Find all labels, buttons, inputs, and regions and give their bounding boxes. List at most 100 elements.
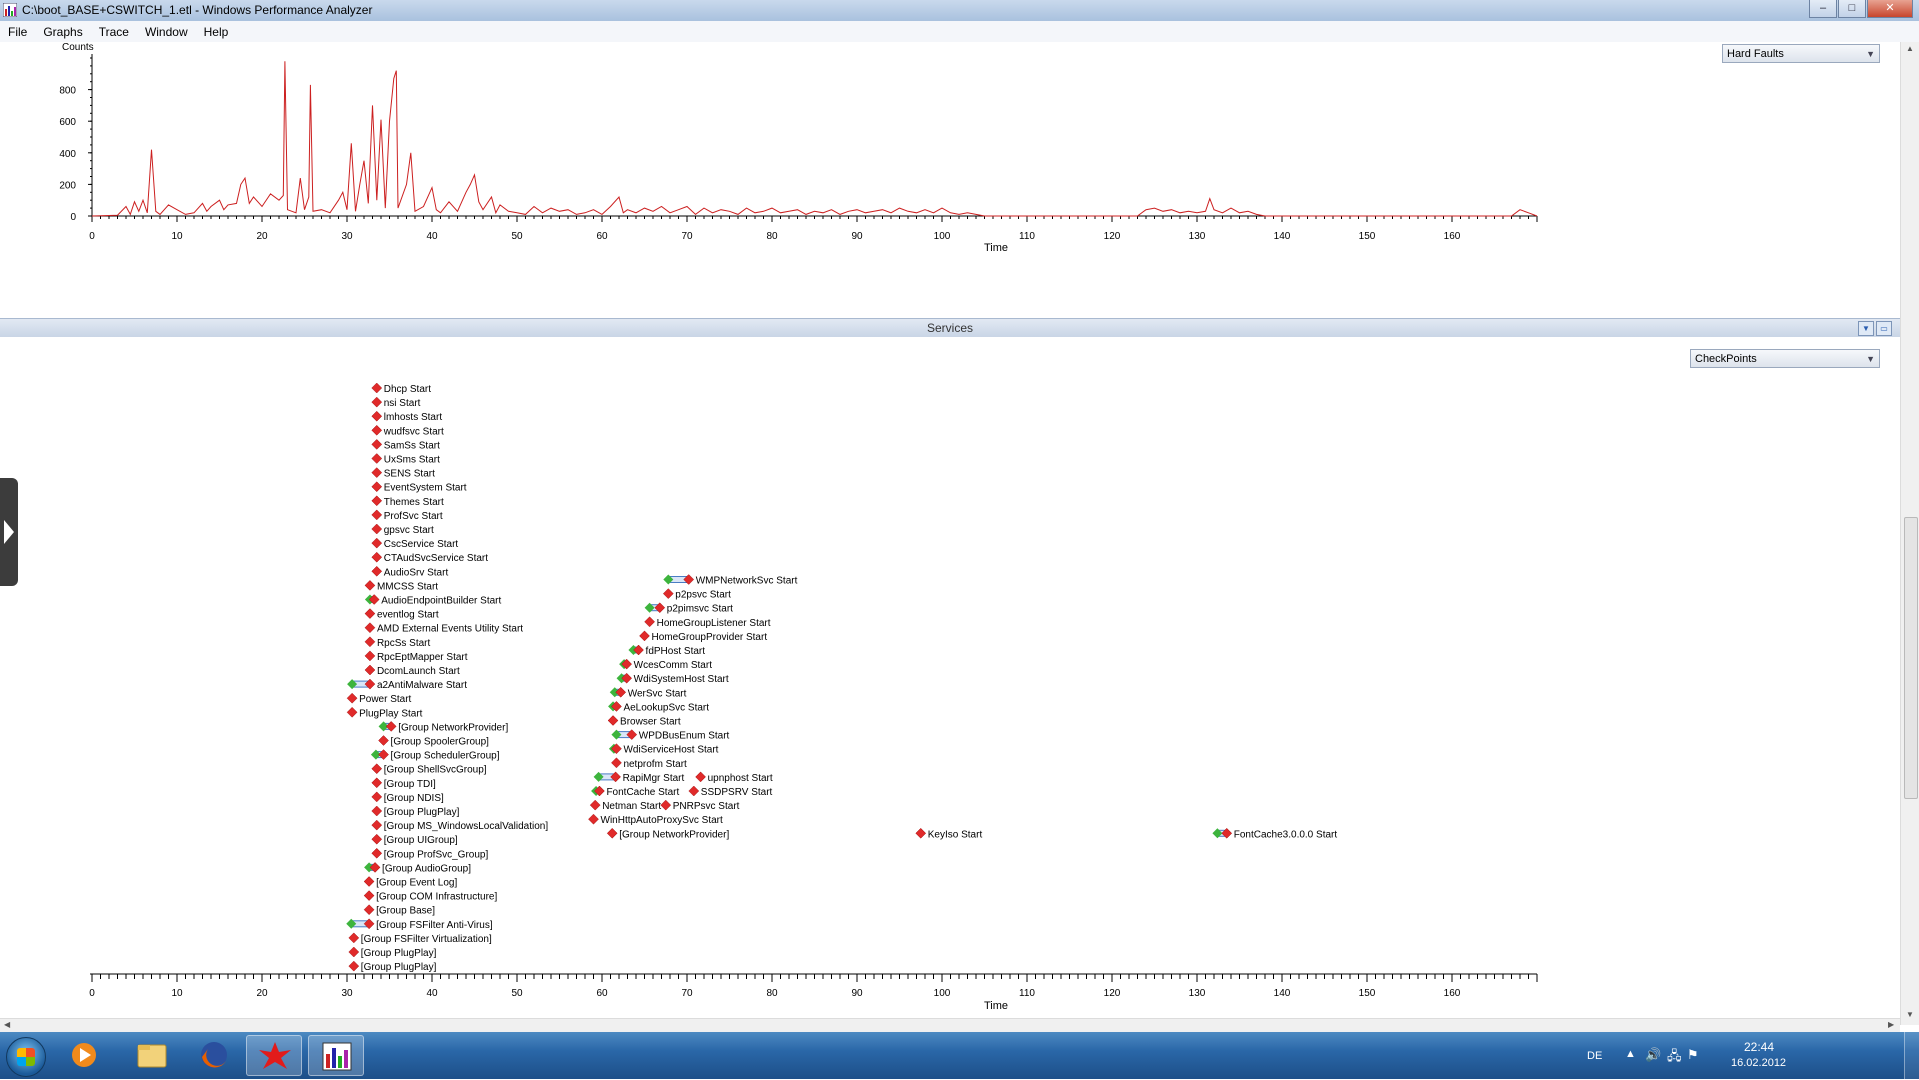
show-desktop-button[interactable] [1904, 1032, 1919, 1079]
event-end-marker [371, 565, 383, 577]
event-label: CscService Start [384, 539, 459, 550]
checkpoint-event: WdiServiceHost Start [608, 743, 719, 756]
checkpoint-event: FontCache Start [591, 785, 679, 798]
explorer-icon[interactable] [124, 1035, 180, 1076]
menu-file[interactable]: File [0, 25, 35, 39]
show-hidden-icons-icon[interactable]: ▲ [1625, 1048, 1636, 1060]
checkpoint-event: AMD External Events Utility Start [364, 622, 523, 635]
checkpoint-event: WPDBusEnum Start [611, 729, 730, 742]
action-center-flag-icon[interactable]: ⚑ [1687, 1047, 1699, 1063]
event-label: WcesComm Start [634, 660, 713, 671]
menu-trace[interactable]: Trace [91, 25, 137, 39]
services-title: Services [926, 321, 973, 335]
event-label: eventlog Start [377, 610, 439, 621]
event-label: gpsvc Start [384, 525, 434, 536]
event-label: [Group ShellSvcGroup] [384, 765, 487, 776]
panel-menu-button[interactable]: ▭ [1876, 321, 1892, 336]
event-end-marker [371, 439, 383, 450]
volume-icon[interactable]: 🔊 [1645, 1047, 1661, 1063]
performance-analyzer-icon[interactable] [308, 1035, 364, 1076]
event-end-marker [662, 588, 674, 599]
network-icon[interactable]: 🖧 [1667, 1047, 1682, 1069]
x-tick-label: 140 [1274, 231, 1291, 242]
collapse-button[interactable]: ▼ [1858, 321, 1874, 336]
x-tick-label: 80 [766, 231, 778, 242]
checkpoint-event: [Group ProfSvc_Group] [371, 847, 488, 860]
checkpoint-event: gpsvc Start [371, 523, 434, 536]
event-end-marker [371, 481, 383, 493]
checkpoint-event: [Group NetworkProvider] [378, 721, 508, 733]
x-tick-label: 130 [1189, 988, 1206, 999]
vertical-scrollbar[interactable]: ▲ ▼ [1900, 42, 1919, 1025]
graph-type-value: Hard Faults [1727, 48, 1784, 60]
event-label: RpcEptMapper Start [377, 652, 468, 663]
event-end-marker [371, 424, 383, 436]
clock-date[interactable]: 16.02.2012 [1731, 1057, 1786, 1069]
menu-graphs[interactable]: Graphs [35, 25, 90, 39]
event-label: WMPNetworkSvc Start [696, 576, 798, 587]
clock-time[interactable]: 22:44 [1744, 1040, 1774, 1054]
media-player-icon[interactable] [56, 1035, 112, 1076]
event-end-marker [371, 763, 383, 775]
event-label: CTAudSvcService Start [384, 553, 489, 564]
checkpoint-event: HomeGroupProvider Start [639, 630, 767, 643]
event-label: RpcSs Start [377, 638, 431, 649]
event-label: SENS Start [384, 469, 435, 480]
checkpoint-event: WcesComm Start [619, 658, 713, 671]
event-end-marker [348, 932, 360, 944]
x-tick-label: 30 [341, 231, 353, 242]
maximize-button[interactable]: □ [1838, 0, 1866, 18]
scroll-up-icon[interactable]: ▲ [1906, 44, 1914, 53]
horizontal-scrollbar[interactable]: ◀ ▶ [0, 1018, 1900, 1033]
event-end-marker [346, 692, 358, 704]
menu-help[interactable]: Help [196, 25, 237, 39]
event-end-marker [644, 616, 655, 628]
event-end-marker [915, 827, 927, 839]
graph-type-dropdown[interactable]: Hard Faults ▼ [1722, 44, 1880, 63]
event-label: DcomLaunch Start [377, 666, 460, 677]
start-button[interactable] [6, 1037, 46, 1077]
windows-logo-icon [17, 1048, 35, 1066]
event-label: FontCache Start [606, 787, 679, 798]
event-label: p2pimsvc Start [667, 604, 733, 615]
menu-window[interactable]: Window [137, 25, 196, 39]
scroll-thumb[interactable] [1904, 517, 1918, 799]
event-label: [Group COM Infrastructure] [376, 892, 497, 903]
firefox-icon[interactable] [186, 1035, 242, 1076]
checkpoint-event: DcomLaunch Start [364, 664, 460, 677]
hard-faults-chart: Counts 0 200 400 600 800 0 10 20 30 40 50 60 70 80 90 10… [59, 42, 1538, 254]
checkpoint-event: [Group ShellSvcGroup] [371, 763, 487, 776]
y-tick-label: 600 [59, 117, 76, 128]
scroll-right-icon[interactable]: ▶ [1888, 1020, 1894, 1029]
checkpoints-dropdown[interactable]: CheckPoints ▼ [1690, 349, 1880, 368]
event-label: SSDPSRV Start [701, 787, 773, 798]
event-label: Power Start [359, 694, 411, 705]
checkpoint-event: p2psvc Start [662, 588, 731, 601]
close-button[interactable]: ✕ [1867, 0, 1913, 18]
scroll-left-icon[interactable]: ◀ [4, 1020, 10, 1029]
checkpoint-event: ProfSvc Start [371, 509, 443, 522]
checkpoint-event: AudioEndpointBuilder Start [364, 594, 501, 607]
event-label: SamSs Start [384, 440, 440, 451]
event-label: PNRPsvc Start [673, 801, 740, 812]
checkpoint-event: SamSs Start [371, 439, 440, 451]
event-end-marker [371, 819, 383, 831]
side-panel-toggle[interactable] [0, 478, 18, 586]
expand-arrow-icon [4, 520, 14, 544]
checkpoint-event: RapiMgr Start [593, 771, 685, 784]
event-label: [Group TDI] [384, 779, 436, 790]
paint-app-icon[interactable] [246, 1035, 302, 1076]
y-tick-label: 200 [59, 180, 76, 191]
checkpoint-event: [Group COM Infrastructure] [363, 890, 497, 903]
hard-faults-graph: Counts 0 200 400 600 800 0 10 20 30 40 50 60 70 80 90 10… [0, 42, 1900, 312]
x-tick-label: 100 [934, 231, 951, 242]
x-tick-label: 20 [256, 988, 268, 999]
event-label: lmhosts Start [384, 412, 443, 423]
language-indicator[interactable]: DE [1587, 1050, 1602, 1062]
minimize-button[interactable]: – [1809, 0, 1837, 18]
y-tick-label: 800 [59, 86, 76, 97]
event-end-marker [371, 410, 383, 422]
event-label: [Group SchedulerGroup] [391, 751, 500, 762]
window-title: C:\boot_BASE+CSWITCH_1.etl - Windows Per… [22, 3, 373, 17]
scroll-down-icon[interactable]: ▼ [1906, 1010, 1914, 1019]
